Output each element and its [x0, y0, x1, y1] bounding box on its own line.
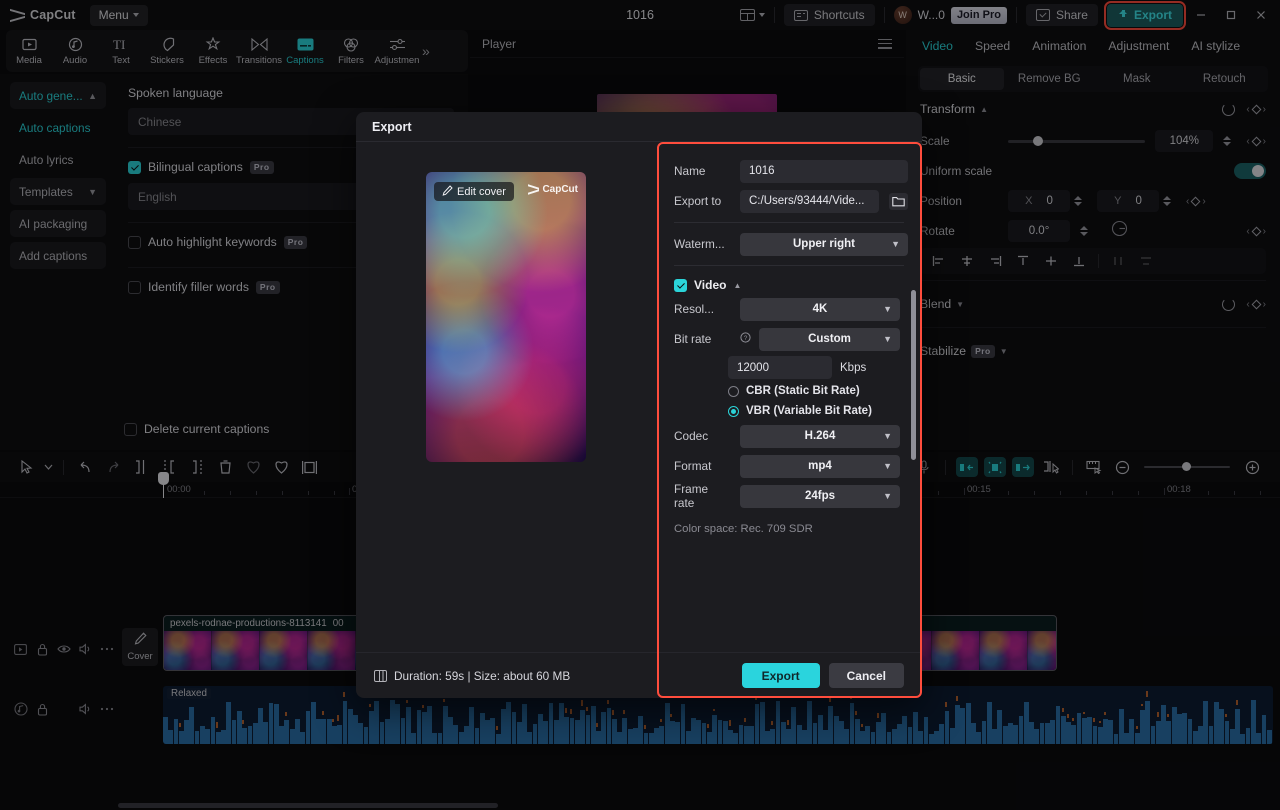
chevron-down-icon: ▼ — [891, 239, 900, 249]
bitrate-number-input[interactable]: 12000 — [728, 356, 832, 379]
watermark-select[interactable]: Upper right ▼ — [740, 233, 908, 256]
chevron-down-icon: ▼ — [883, 304, 892, 314]
vbr-label: VBR (Variable Bit Rate) — [746, 405, 872, 417]
name-input[interactable]: 1016 — [740, 160, 908, 183]
pencil-icon — [442, 185, 453, 199]
format-value: mp4 — [808, 460, 832, 472]
capcut-logo-icon — [528, 185, 539, 194]
framerate-select[interactable]: 24fps ▼ — [740, 485, 900, 508]
export-to-label: Export to — [674, 194, 730, 208]
bitrate-label: Bit rate — [674, 332, 730, 346]
resolution-row: Resol... 4K ▼ — [656, 294, 922, 324]
footer-buttons: Export Cancel — [742, 663, 904, 688]
bitrate-unit: Kbps — [840, 362, 866, 374]
bitrate-select[interactable]: Custom ▼ — [759, 328, 900, 351]
duration-info: Duration: 59s | Size: about 60 MB — [394, 669, 570, 683]
dialog-cancel-button[interactable]: Cancel — [829, 663, 904, 688]
resolution-value: 4K — [813, 303, 828, 315]
watermark-value: Upper right — [793, 238, 855, 250]
chevron-up-icon: ▲ — [733, 281, 741, 290]
cbr-option[interactable]: CBR (Static Bit Rate) — [656, 381, 922, 401]
resolution-label: Resol... — [674, 302, 730, 316]
export-settings: Name 1016 Export to C:/Users/93444/Vide.… — [656, 142, 922, 652]
format-select[interactable]: mp4 ▼ — [740, 455, 900, 478]
film-icon — [374, 670, 387, 682]
export-dialog-body: Edit cover CapCut Name 1016 Export to C:… — [356, 142, 922, 652]
codec-select[interactable]: H.264 ▼ — [740, 425, 900, 448]
chevron-down-icon: ▼ — [883, 431, 892, 441]
video-section-label: Video — [694, 278, 726, 292]
export-settings-scrollbar[interactable] — [911, 290, 916, 460]
watermark-row: Waterm... Upper right ▼ — [656, 229, 922, 259]
name-label: Name — [674, 164, 730, 178]
codec-label: Codec — [674, 429, 730, 443]
framerate-label: Frame rate — [674, 482, 730, 510]
format-row: Format mp4 ▼ — [656, 451, 922, 481]
bitrate-value: Custom — [808, 333, 851, 345]
edit-cover-label: Edit cover — [457, 186, 506, 198]
framerate-row: Frame rate 24fps ▼ — [656, 481, 922, 511]
watermark-brand: CapCut — [542, 184, 578, 195]
help-circle-icon[interactable]: ? — [740, 330, 751, 348]
divider — [674, 265, 904, 266]
video-section-checkbox[interactable] — [674, 279, 687, 292]
watermark-label: Waterm... — [674, 237, 730, 251]
format-label: Format — [674, 459, 730, 473]
export-dialog-title: Export — [372, 120, 412, 134]
chevron-down-icon: ▼ — [883, 491, 892, 501]
video-section-header[interactable]: Video ▲ — [656, 272, 922, 294]
color-space-info: Color space: Rec. 709 SDR — [656, 511, 922, 535]
chevron-down-icon: ▼ — [883, 461, 892, 471]
duration-info-wrap: Duration: 59s | Size: about 60 MB — [374, 669, 570, 683]
capcut-watermark: CapCut — [528, 184, 578, 195]
resolution-select[interactable]: 4K ▼ — [740, 298, 900, 321]
name-row: Name 1016 — [656, 156, 922, 186]
chevron-down-icon: ▼ — [883, 334, 892, 344]
edit-cover-button[interactable]: Edit cover — [434, 182, 514, 201]
export-dialog: Export Edit cover CapCut — [356, 112, 922, 698]
cover-preview: Edit cover CapCut — [426, 172, 586, 462]
divider — [674, 222, 904, 223]
vbr-option[interactable]: VBR (Variable Bit Rate) — [656, 401, 922, 421]
export-dialog-footer: Duration: 59s | Size: about 60 MB Export… — [356, 652, 922, 698]
export-cover-area: Edit cover CapCut — [356, 142, 656, 652]
bitrate-row: Bit rate ? Custom ▼ — [656, 324, 922, 354]
export-dialog-header: Export — [356, 112, 922, 142]
svg-text:?: ? — [744, 335, 748, 342]
dialog-export-button[interactable]: Export — [742, 663, 820, 688]
export-to-input[interactable]: C:/Users/93444/Vide... — [740, 190, 879, 213]
folder-icon[interactable] — [889, 193, 908, 210]
vbr-radio[interactable] — [728, 406, 739, 417]
cbr-label: CBR (Static Bit Rate) — [746, 385, 860, 397]
bitrate-number-row: 12000 Kbps — [656, 354, 922, 381]
codec-value: H.264 — [805, 430, 836, 442]
export-to-row: Export to C:/Users/93444/Vide... — [656, 186, 922, 216]
codec-row: Codec H.264 ▼ — [656, 421, 922, 451]
cbr-radio[interactable] — [728, 386, 739, 397]
framerate-value: 24fps — [805, 490, 835, 502]
